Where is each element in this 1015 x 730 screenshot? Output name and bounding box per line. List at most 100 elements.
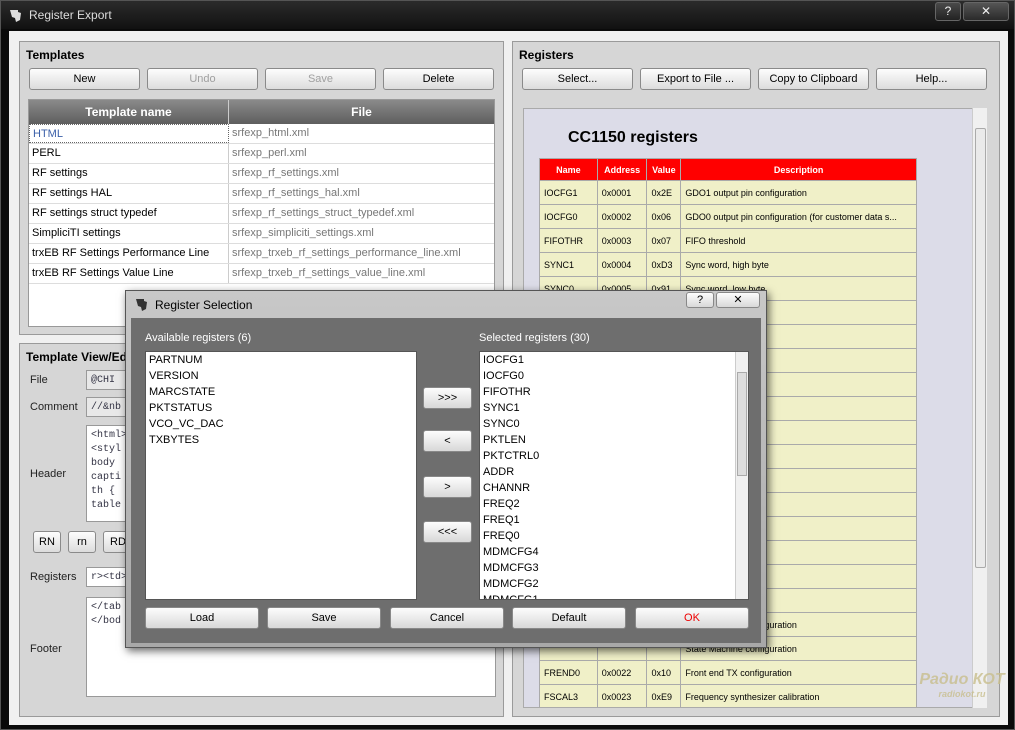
undo-button[interactable]: Undo bbox=[147, 68, 258, 90]
save-button[interactable]: Save bbox=[265, 68, 376, 90]
reg-cell: Sync word, high byte bbox=[680, 252, 917, 277]
table-row[interactable]: trxEB RF Settings Value Line srfexp_trxeb… bbox=[29, 264, 494, 284]
col-template-name[interactable]: Template name bbox=[29, 100, 229, 124]
selected-item[interactable]: ADDR bbox=[480, 464, 748, 480]
selected-item[interactable]: SYNC1 bbox=[480, 400, 748, 416]
template-name: SimpliciTI settings bbox=[29, 224, 229, 243]
reg-cell: 0x2E bbox=[646, 180, 682, 205]
preview-scrollbar[interactable] bbox=[972, 108, 987, 708]
selected-scroll-thumb[interactable] bbox=[737, 372, 747, 476]
template-file: srfexp_trxeb_rf_settings_value_line.xml bbox=[232, 267, 426, 279]
available-item[interactable]: TXBYTES bbox=[146, 432, 416, 448]
reg-cell: FIFO threshold bbox=[680, 228, 917, 253]
selected-item[interactable]: IOCFG0 bbox=[480, 368, 748, 384]
ok-button[interactable]: OK bbox=[635, 607, 749, 629]
template-name: PERL bbox=[29, 144, 229, 163]
dialog-close-button[interactable]: ✕ bbox=[716, 292, 760, 308]
default-button[interactable]: Default bbox=[512, 607, 626, 629]
reg-cell: 0x07 bbox=[646, 228, 682, 253]
add-button[interactable]: < bbox=[423, 430, 472, 452]
load-button[interactable]: Load bbox=[145, 607, 259, 629]
dialog-title: Register Selection bbox=[155, 298, 253, 312]
new-button[interactable]: New bbox=[29, 68, 140, 90]
cancel-button[interactable]: Cancel bbox=[390, 607, 504, 629]
selected-item[interactable]: FIFOTHR bbox=[480, 384, 748, 400]
reg-cell: 0x06 bbox=[646, 204, 682, 229]
reg-cell: 0x0023 bbox=[596, 684, 648, 707]
footer-label: Footer bbox=[30, 643, 62, 655]
available-item[interactable]: PARTNUM bbox=[146, 352, 416, 368]
registers-label: Registers bbox=[30, 571, 77, 583]
selected-list[interactable]: IOCFG1 IOCFG0 FIFOTHR SYNC1 SYNC0 PKTLEN PKTCT… bbox=[479, 351, 749, 600]
reg-cell: 0x10 bbox=[646, 660, 682, 685]
reg-cell: FIFOTHR bbox=[539, 228, 598, 253]
reg-col-header: Name bbox=[539, 158, 598, 181]
scrollbar-thumb[interactable] bbox=[975, 128, 986, 568]
template-file: srfexp_rf_settings_struct_typedef.xml bbox=[232, 207, 415, 219]
table-row[interactable]: RF settings HAL srfexp_rf_settings_hal.xm… bbox=[29, 184, 494, 204]
ti-logo-icon bbox=[136, 299, 147, 311]
table-row[interactable]: PERL srfexp_perl.xml bbox=[29, 144, 494, 164]
selected-item[interactable]: PKTCTRL0 bbox=[480, 448, 748, 464]
templates-title: Templates bbox=[26, 48, 85, 62]
available-item[interactable]: VERSION bbox=[146, 368, 416, 384]
table-row[interactable]: trxEB RF Settings Performance Line srfexp… bbox=[29, 244, 494, 264]
selected-item[interactable]: IOCFG1 bbox=[480, 352, 748, 368]
dialog-help-button[interactable]: ? bbox=[686, 292, 714, 308]
dialog-save-button[interactable]: Save bbox=[267, 607, 381, 629]
selected-item[interactable]: MDMCFG4 bbox=[480, 544, 748, 560]
select-button[interactable]: Select... bbox=[522, 68, 633, 90]
remove-all-button[interactable]: <<< bbox=[423, 521, 472, 543]
template-name: RF settings struct typedef bbox=[29, 204, 229, 223]
reg-cell: 0x0004 bbox=[596, 252, 648, 277]
table-row[interactable]: RF settings struct typedef srfexp_rf_sett… bbox=[29, 204, 494, 224]
available-list[interactable]: PARTNUM VERSION MARCSTATE PKTSTATUS VCO_VC_D… bbox=[145, 351, 417, 600]
available-label: Available registers (6) bbox=[145, 332, 252, 344]
available-item[interactable]: VCO_VC_DAC bbox=[146, 416, 416, 432]
selected-item[interactable]: FREQ1 bbox=[480, 512, 748, 528]
template-name: trxEB RF Settings Performance Line bbox=[29, 244, 229, 263]
available-item[interactable]: MARCSTATE bbox=[146, 384, 416, 400]
reg-cell: GDO1 output pin configuration bbox=[680, 180, 917, 205]
rn-upper-button[interactable]: RN bbox=[33, 531, 61, 553]
selected-item[interactable]: CHANNR bbox=[480, 480, 748, 496]
reg-row: FREND0 0x0022 0x10 Front end TX configurati… bbox=[539, 660, 917, 685]
selected-item[interactable]: MDMCFG2 bbox=[480, 576, 748, 592]
reg-cell: 0x0003 bbox=[596, 228, 648, 253]
remove-button[interactable]: > bbox=[423, 476, 472, 498]
selected-item[interactable]: FREQ2 bbox=[480, 496, 748, 512]
reg-cell: FSCAL3 bbox=[539, 684, 598, 707]
template-view-title: Template View/Ed bbox=[26, 350, 127, 364]
reg-row: FSCAL3 0x0023 0xE9 Frequency synthesizer ca… bbox=[539, 684, 917, 707]
copy-to-clipboard-button[interactable]: Copy to Clipboard bbox=[758, 68, 869, 90]
col-file[interactable]: File bbox=[229, 100, 494, 124]
window-close-button[interactable]: ✕ bbox=[963, 2, 1009, 21]
selected-item[interactable]: MDMCFG1 bbox=[480, 592, 748, 599]
table-row[interactable]: SimpliciTI settings srfexp_simpliciti_set… bbox=[29, 224, 494, 244]
template-name: trxEB RF Settings Value Line bbox=[29, 264, 229, 283]
selected-item[interactable]: FREQ0 bbox=[480, 528, 748, 544]
reg-cell: IOCFG0 bbox=[539, 204, 598, 229]
rn-button[interactable]: rn bbox=[68, 531, 96, 553]
selected-item[interactable]: PKTLEN bbox=[480, 432, 748, 448]
selected-scrollbar[interactable] bbox=[735, 352, 748, 599]
table-row[interactable]: HTML srfexp_html.xml bbox=[29, 124, 494, 144]
registers-title: Registers bbox=[519, 48, 574, 62]
template-name: RF settings HAL bbox=[29, 184, 229, 203]
add-all-button[interactable]: >>> bbox=[423, 387, 472, 409]
comment-label: Comment bbox=[30, 401, 78, 413]
available-item[interactable]: PKTSTATUS bbox=[146, 400, 416, 416]
main-window: Register Export ? ✕ Templates New Undo S… bbox=[0, 0, 1015, 730]
reg-col-header: Value bbox=[646, 158, 682, 181]
help-button[interactable]: Help... bbox=[876, 68, 987, 90]
delete-button[interactable]: Delete bbox=[383, 68, 494, 90]
preview-heading: CC1150 registers bbox=[568, 129, 698, 146]
selected-item[interactable]: MDMCFG3 bbox=[480, 560, 748, 576]
template-file: srfexp_trxeb_rf_settings_performance_lin… bbox=[232, 247, 461, 259]
window-help-button[interactable]: ? bbox=[935, 2, 961, 21]
table-row[interactable]: RF settings srfexp_rf_settings.xml bbox=[29, 164, 494, 184]
export-to-file-button[interactable]: Export to File ... bbox=[640, 68, 751, 90]
reg-cell: 0x0022 bbox=[596, 660, 648, 685]
selected-item[interactable]: SYNC0 bbox=[480, 416, 748, 432]
watermark-line1: Радио КОТ bbox=[919, 671, 1005, 688]
